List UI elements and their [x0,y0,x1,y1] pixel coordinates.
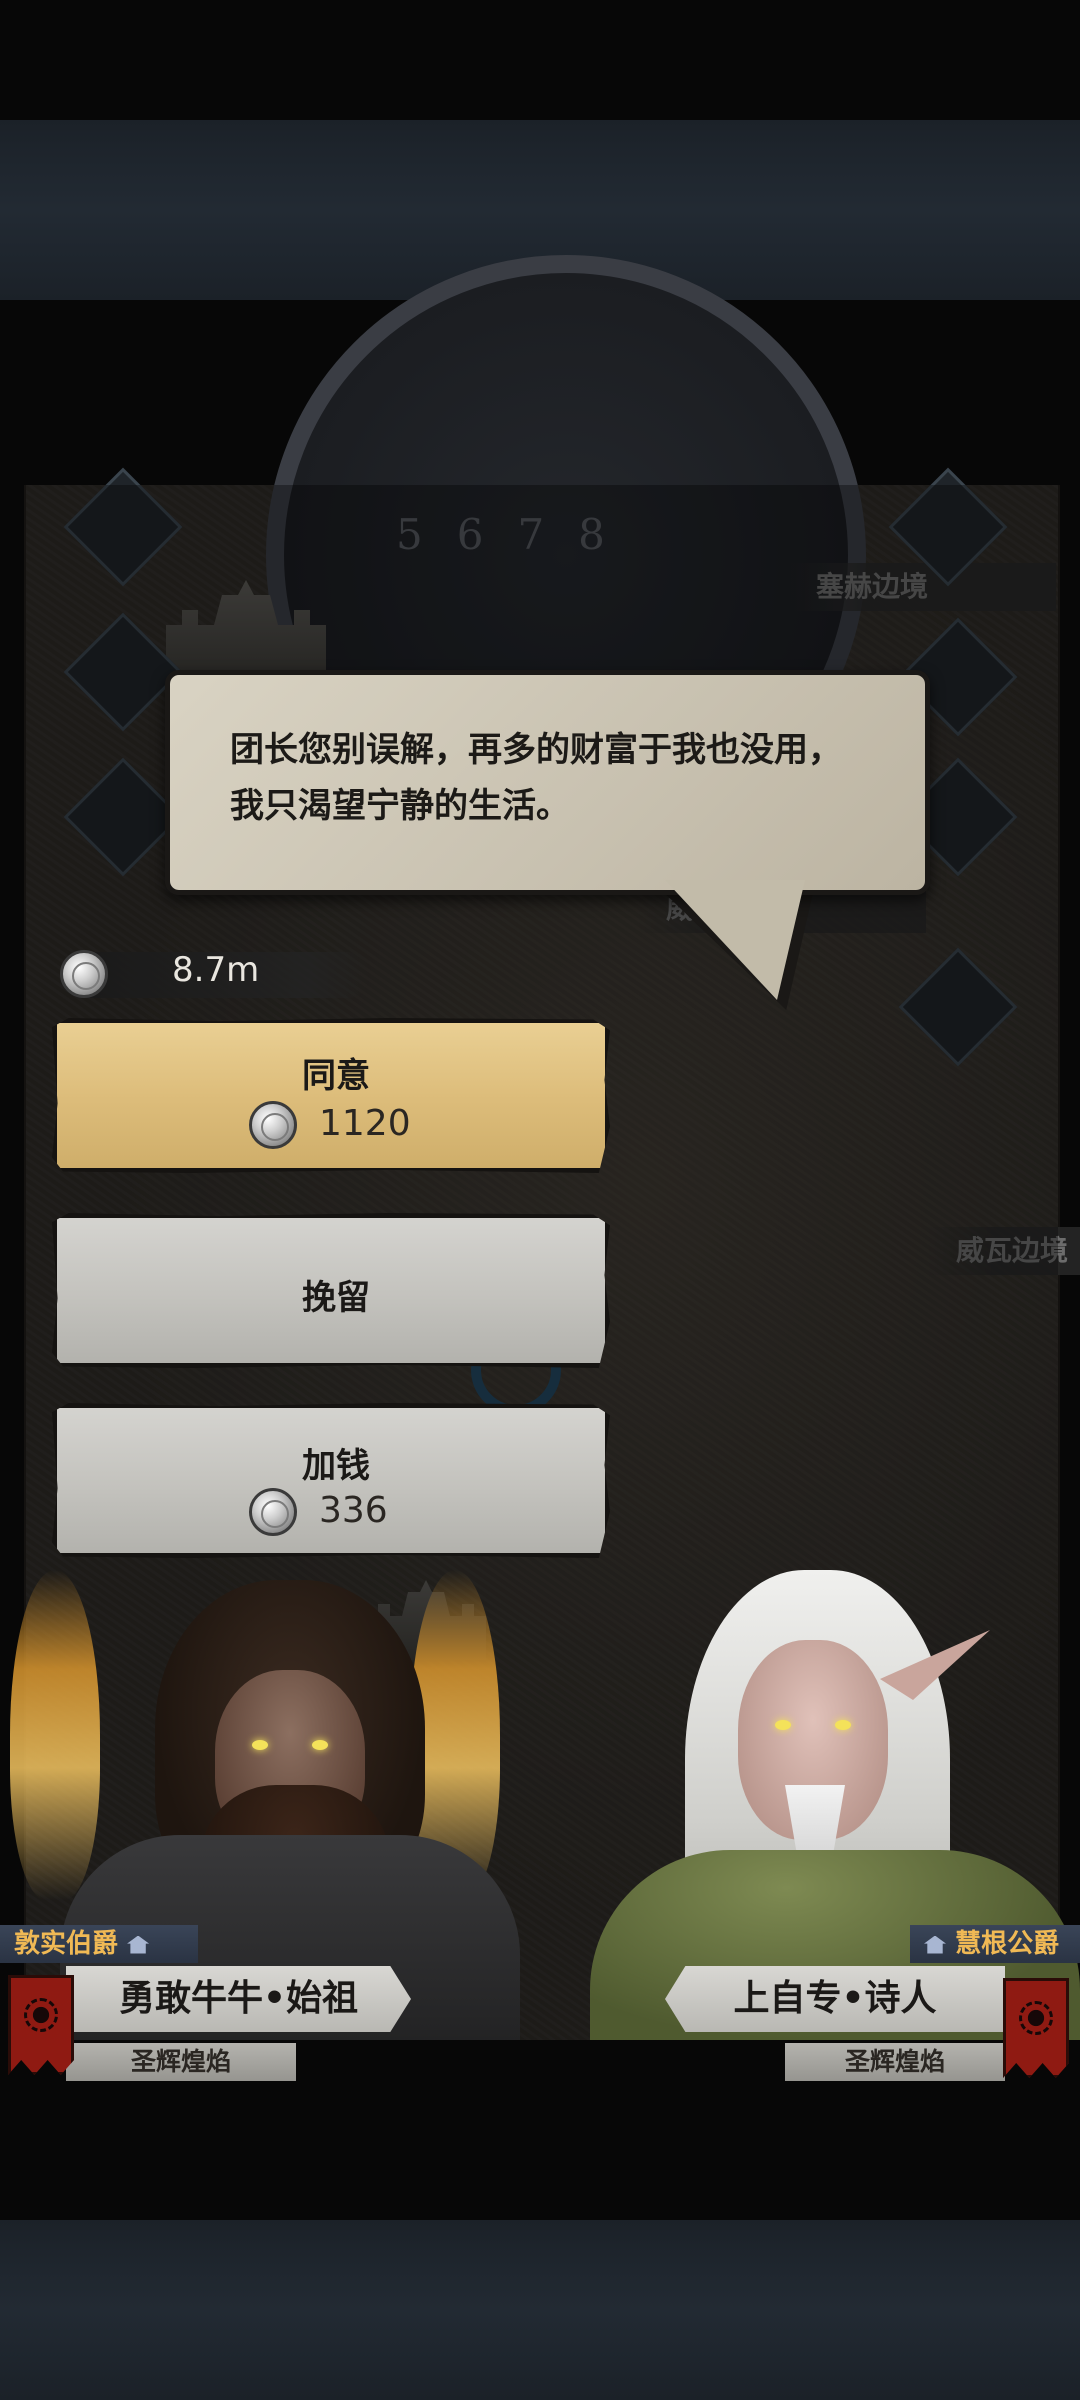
silver-coin-icon [60,950,108,998]
left-character-title: 敦实伯爵 [0,1925,198,1963]
right-faction-banner[interactable] [1003,1978,1069,2078]
bottom-letterbox-band [0,2220,1080,2400]
dialogue-text: 团长您别误解，再多的财富于我也没用， 我只渴望宁静的生活。 [230,722,910,834]
left-faction-banner[interactable] [8,1975,74,2075]
home-icon [924,1935,946,1954]
add-money-button-label: 加钱 [302,1446,370,1486]
add-money-cost: 336 [319,1490,388,1531]
right-character-title: 慧根公爵 [910,1925,1080,1963]
left-character-name[interactable]: 勇敢牛牛•始祖 [66,1966,411,2032]
glowing-eye [312,1740,328,1750]
add-money-button[interactable]: 加钱 336 [52,1403,610,1558]
silver-balance-amount: 8.7m [172,950,260,990]
right-character-title-text: 慧根公爵 [955,1929,1060,1959]
glowing-eye [775,1720,791,1730]
game-screen: 5678 塞赫边境 威瓦边境 威瓦边境 团长您别误解，再多的财富于我也没用， 我… [0,0,1080,2400]
silver-coin-icon [249,1101,297,1149]
sun-emblem-icon [24,1998,58,2032]
silver-coin-icon [249,1488,297,1536]
left-character-title-text: 敦实伯爵 [14,1929,119,1959]
right-character-name[interactable]: 上自专•诗人 [665,1966,1005,2032]
left-character-faction: 圣辉煌焰 [66,2043,296,2081]
agree-button[interactable]: 同意 1120 [52,1018,610,1173]
glowing-eye [835,1720,851,1730]
agree-cost: 1120 [319,1103,411,1144]
dialogue-line-1: 团长您别误解，再多的财富于我也没用， [230,730,842,770]
dialogue-line-2: 我只渴望宁静的生活。 [230,786,570,826]
right-character-faction: 圣辉煌焰 [785,2043,1005,2081]
glowing-eye [252,1740,268,1750]
agree-button-label: 同意 [302,1056,370,1096]
retain-button[interactable]: 挽留 [52,1213,610,1368]
retain-button-label: 挽留 [302,1278,370,1318]
home-icon [127,1935,150,1954]
sun-emblem-icon [1019,2001,1053,2035]
